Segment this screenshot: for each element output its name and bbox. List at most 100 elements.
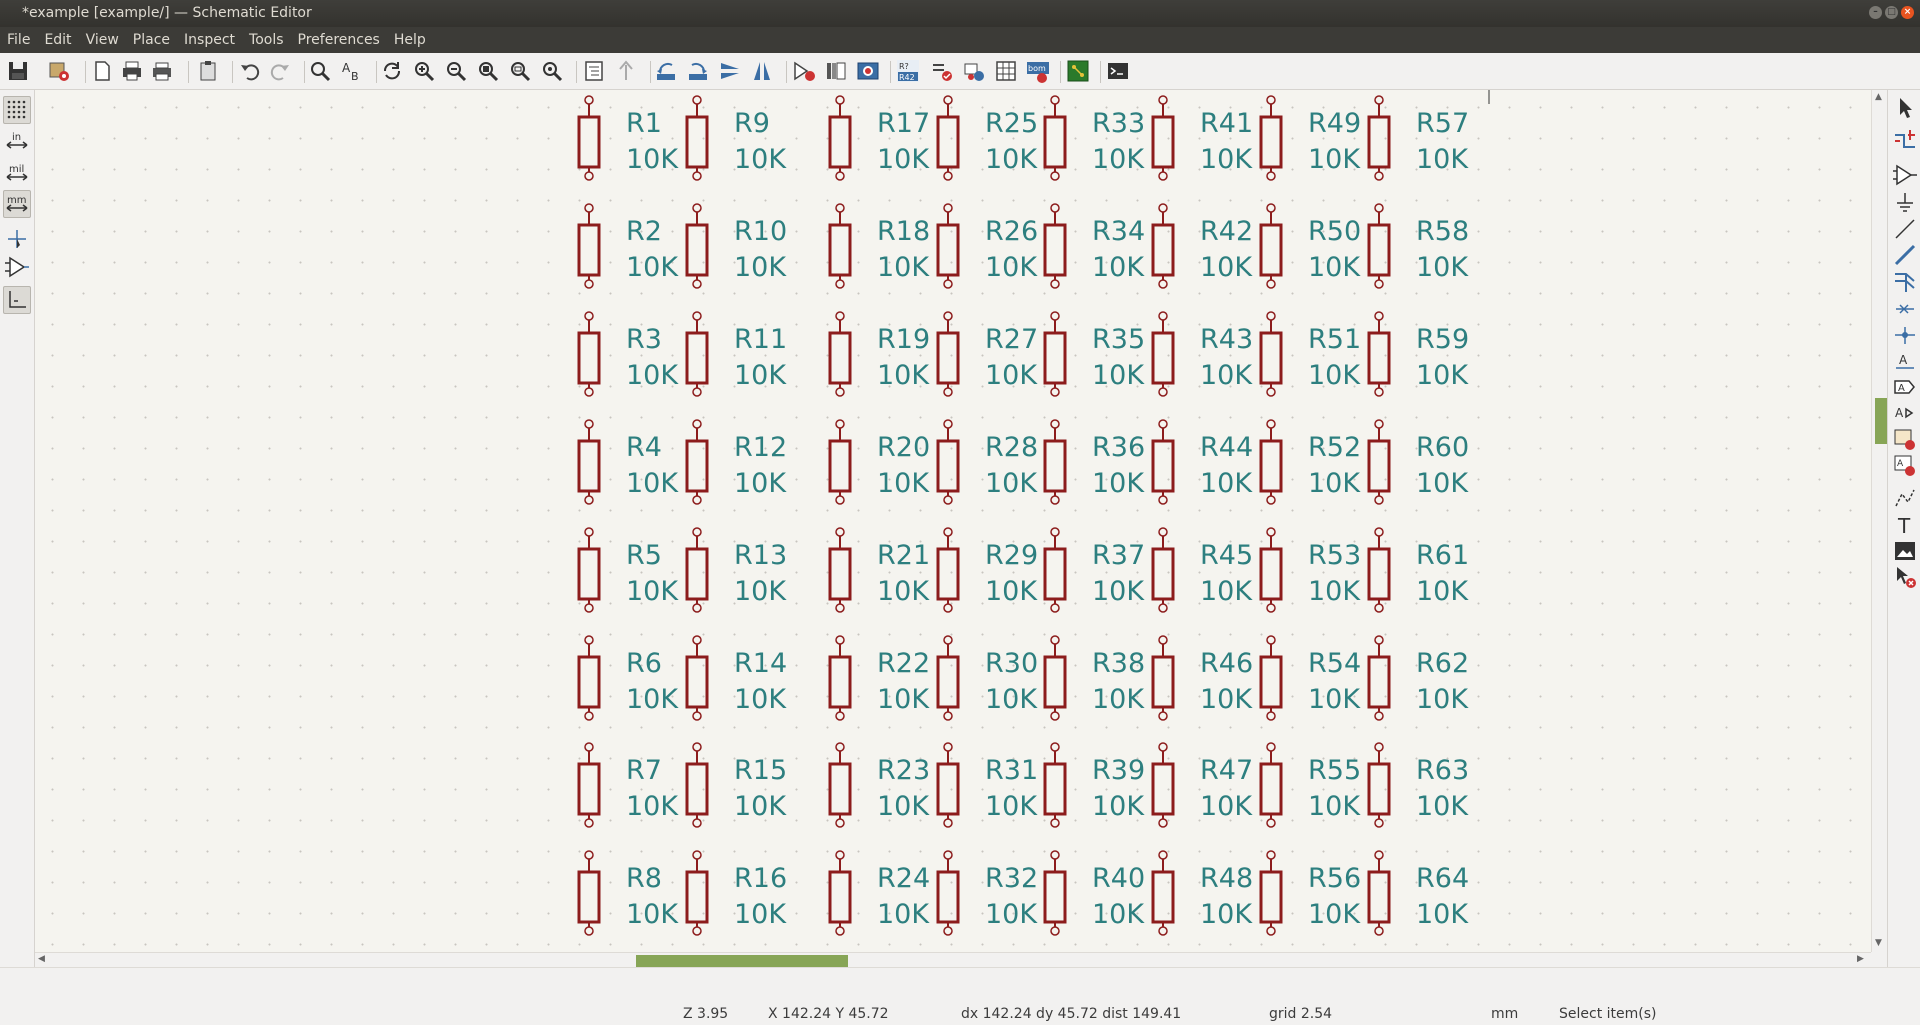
resistor-symbol[interactable]: R3610K <box>1043 419 1145 505</box>
zoom-out-icon[interactable] <box>444 59 468 83</box>
resistor-symbol[interactable]: R5110K <box>1259 311 1361 397</box>
leave-sheet-icon[interactable] <box>614 59 638 83</box>
zoom-objects-icon[interactable] <box>508 59 532 83</box>
add-bus-entry-icon[interactable] <box>1892 268 1918 294</box>
resistor-symbol[interactable]: R3810K <box>1043 635 1145 721</box>
maximize-button[interactable]: □ <box>1885 6 1898 19</box>
resistor-symbol[interactable]: R1910K <box>828 311 930 397</box>
resistor-symbol[interactable]: R6410K <box>1367 850 1469 936</box>
resistor-symbol[interactable]: R2110K <box>828 527 930 613</box>
add-sheet-icon[interactable] <box>1892 426 1918 452</box>
resistor-symbol[interactable]: R1410K <box>685 635 787 721</box>
resistor-symbol[interactable]: R3010K <box>936 635 1038 721</box>
zoom-in-icon[interactable] <box>412 59 436 83</box>
edit-fields-table-icon[interactable] <box>994 59 1018 83</box>
menu-edit[interactable]: Edit <box>37 32 78 48</box>
grid-toggle-icon[interactable] <box>3 96 31 124</box>
resistor-symbol[interactable]: R810K <box>577 850 679 936</box>
minimize-button[interactable]: – <box>1869 6 1882 19</box>
resistor-symbol[interactable]: R4110K <box>1151 95 1253 181</box>
update-pcb-icon[interactable] <box>856 59 880 83</box>
resistor-symbol[interactable]: R1310K <box>685 527 787 613</box>
symbol-editor-icon[interactable] <box>792 59 816 83</box>
resistor-symbol[interactable]: R2910K <box>936 527 1038 613</box>
resistor-symbol[interactable]: R1510K <box>685 742 787 828</box>
resistor-symbol[interactable]: R5710K <box>1367 95 1469 181</box>
hierarchy-navigator-icon[interactable] <box>582 59 606 83</box>
resistor-symbol[interactable]: R1110K <box>685 311 787 397</box>
resistor-symbol[interactable]: R110K <box>577 95 679 181</box>
resistor-symbol[interactable]: R5910K <box>1367 311 1469 397</box>
resistor-symbol[interactable]: R6110K <box>1367 527 1469 613</box>
print-icon[interactable] <box>120 59 144 83</box>
menu-file[interactable]: File <box>0 32 37 48</box>
add-graphic-polyline-icon[interactable] <box>1892 486 1918 512</box>
scroll-down-arrow-icon[interactable]: ▼ <box>1875 938 1882 948</box>
menu-preferences[interactable]: Preferences <box>291 32 387 48</box>
scroll-right-arrow-icon[interactable]: ▶ <box>1857 954 1864 964</box>
menu-help[interactable]: Help <box>387 32 433 48</box>
resistor-symbol[interactable]: R3910K <box>1043 742 1145 828</box>
resistor-symbol[interactable]: R4810K <box>1151 850 1253 936</box>
resistor-symbol[interactable]: R2610K <box>936 203 1038 289</box>
resistor-symbol[interactable]: R6210K <box>1367 635 1469 721</box>
resistor-symbol[interactable]: R210K <box>577 203 679 289</box>
resistor-symbol[interactable]: R6010K <box>1367 419 1469 505</box>
select-arrow-icon[interactable] <box>1892 95 1918 121</box>
resistor-symbol[interactable]: R5210K <box>1259 419 1361 505</box>
resistor-symbol[interactable]: R5810K <box>1367 203 1469 289</box>
resistor-symbol[interactable]: R3310K <box>1043 95 1145 181</box>
resistor-symbol[interactable]: R5510K <box>1259 742 1361 828</box>
resistor-symbol[interactable]: R4310K <box>1151 311 1253 397</box>
resistor-symbol[interactable]: R5310K <box>1259 527 1361 613</box>
resistor-symbol[interactable]: R2210K <box>828 635 930 721</box>
vertical-scrollbar[interactable]: ▲ ▼ <box>1871 90 1888 952</box>
vertical-scroll-thumb[interactable] <box>1875 398 1887 444</box>
resistor-symbol[interactable]: R3510K <box>1043 311 1145 397</box>
resistor-symbol[interactable]: R5610K <box>1259 850 1361 936</box>
resistor-symbol[interactable]: R1710K <box>828 95 930 181</box>
plot-icon[interactable] <box>150 59 174 83</box>
assign-footprints-icon[interactable] <box>962 59 986 83</box>
scripting-console-icon[interactable] <box>1106 59 1130 83</box>
resistor-symbol[interactable]: R2510K <box>936 95 1038 181</box>
resistor-symbol[interactable]: R1810K <box>828 203 930 289</box>
resistor-symbol[interactable]: R610K <box>577 635 679 721</box>
resistor-symbol[interactable]: R5010K <box>1259 203 1361 289</box>
schematic-setup-icon[interactable] <box>47 59 71 83</box>
delete-item-icon[interactable] <box>1892 564 1918 590</box>
full-crosshair-cursor-icon[interactable] <box>4 226 30 252</box>
menu-inspect[interactable]: Inspect <box>177 32 242 48</box>
resistor-symbol[interactable]: R4710K <box>1151 742 1253 828</box>
zoom-fit-icon[interactable] <box>476 59 500 83</box>
menu-tools[interactable]: Tools <box>242 32 291 48</box>
rotate-cw-icon[interactable] <box>686 59 710 83</box>
horizontal-scrollbar[interactable]: ◀ ▶ <box>35 952 1871 968</box>
resistor-symbol[interactable]: R2010K <box>828 419 930 505</box>
schematic-canvas[interactable]: R1 10K R2 10K R3 10K R4 10K R5 10K R6 10K R7 10K R8 10K… <box>35 90 1871 952</box>
highlight-net-icon[interactable] <box>1892 127 1918 153</box>
resistor-symbol[interactable]: R310K <box>577 311 679 397</box>
find-icon[interactable] <box>308 59 332 83</box>
bom-icon[interactable]: bom <box>1026 59 1050 83</box>
find-replace-icon[interactable]: AB <box>340 59 364 83</box>
page-settings-icon[interactable] <box>90 59 114 83</box>
resistor-symbol[interactable]: R2810K <box>936 419 1038 505</box>
scroll-up-arrow-icon[interactable]: ▲ <box>1875 92 1882 102</box>
units-millimeters-button[interactable]: mm <box>3 190 31 218</box>
resistor-symbol[interactable]: R3110K <box>936 742 1038 828</box>
resistor-symbol[interactable]: R410K <box>577 419 679 505</box>
mirror-vertical-icon[interactable] <box>718 59 742 83</box>
add-no-connect-icon[interactable] <box>1892 296 1918 322</box>
import-sheet-pin-icon[interactable]: A <box>1892 452 1918 478</box>
add-junction-icon[interactable] <box>1892 322 1918 348</box>
add-wire-icon[interactable] <box>1892 242 1918 268</box>
annotate-icon[interactable]: R? R42 <box>896 59 920 83</box>
add-graphic-line-icon[interactable] <box>1892 216 1918 242</box>
add-hier-label-icon[interactable]: A <box>1892 400 1918 426</box>
resistor-symbol[interactable]: R910K <box>685 95 787 181</box>
erc-icon[interactable] <box>930 59 954 83</box>
resistor-symbol[interactable]: R1010K <box>685 203 787 289</box>
add-symbol-icon[interactable] <box>1892 162 1918 188</box>
add-image-icon[interactable] <box>1892 538 1918 564</box>
